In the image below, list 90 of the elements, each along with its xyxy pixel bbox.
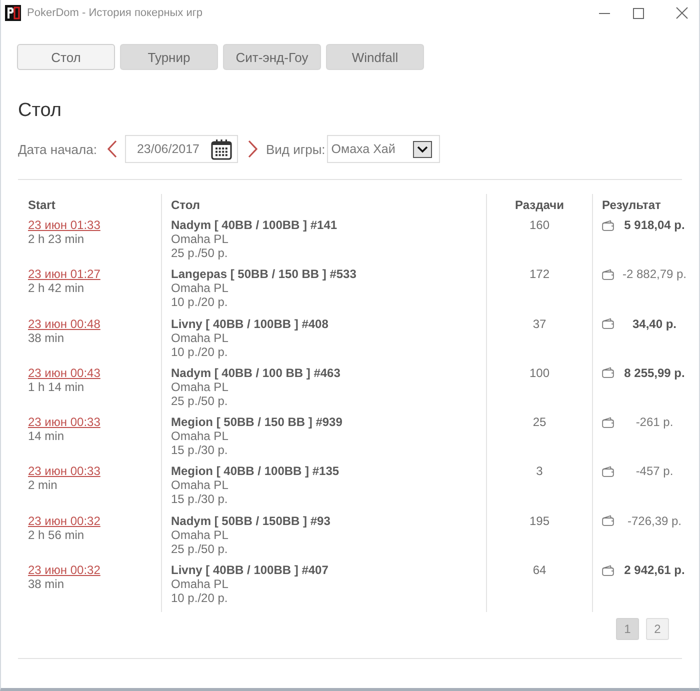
table-name: Nadym [ 50BB / 150BB ] #93	[171, 514, 330, 528]
stakes-text: 25 р./50 р.	[171, 394, 228, 408]
window-title: PokerDom - История покерных игр	[27, 7, 203, 19]
result-amount: 8 255,99 р.	[623, 366, 686, 380]
date-field[interactable]: 23/06/2017	[124, 135, 238, 163]
duration-text: 2 h 42 min	[28, 281, 84, 296]
calendar-icon[interactable]	[210, 138, 232, 160]
result-amount: -457 р.	[634, 464, 674, 478]
wallet-icon	[602, 367, 614, 378]
maximize-icon	[632, 8, 644, 18]
chevron-left-icon	[106, 140, 117, 158]
hands-count: 64	[532, 563, 546, 578]
next-date-button[interactable]	[246, 138, 260, 160]
wallet-icon	[602, 416, 614, 428]
start-time-link[interactable]: 23 июн 00:32	[28, 563, 100, 578]
table-name: Nadym [ 40BB / 100 BB ] #463	[171, 366, 340, 380]
tab[interactable]: Сит-энд-Гоу	[223, 44, 321, 70]
table-name: Livny [ 40BB / 100BB ] #408	[171, 316, 328, 331]
start-time-link[interactable]: 23 июн 00:33	[28, 464, 100, 478]
start-time-link[interactable]: 23 июн 00:43	[28, 366, 100, 380]
hands-count: 172	[529, 267, 550, 282]
stakes-text: 15 р./30 р.	[171, 443, 228, 458]
stakes-text: 25 р./50 р.	[171, 246, 228, 260]
page-button[interactable]: 1	[616, 618, 639, 640]
stakes-text: 10 р./20 р.	[171, 295, 228, 310]
result-amount: 34,40 р.	[631, 316, 678, 331]
game-type-select[interactable]: Омаха Хай	[327, 135, 440, 163]
result-amount: -261 р.	[634, 415, 674, 430]
game-type-text: Omaha PL	[171, 232, 228, 246]
game-type-text: Omaha PL	[171, 330, 228, 345]
start-time-link[interactable]: 23 июн 00:48	[28, 316, 100, 331]
table-name: Langepas [ 50BB / 150 BB ] #533	[171, 267, 356, 282]
chevron-right-icon	[248, 140, 258, 158]
minimize-icon	[598, 12, 610, 14]
stakes-text: 10 р./20 р.	[171, 591, 228, 606]
tab[interactable]: Windfall	[326, 44, 424, 70]
hands-count: 160	[529, 218, 550, 232]
start-time-link[interactable]: 23 июн 00:33	[28, 415, 100, 430]
hands-count: 25	[532, 415, 546, 430]
duration-text: 38 min	[28, 577, 64, 592]
wallet-icon	[602, 318, 614, 330]
table-name: Livny [ 40BB / 100BB ] #407	[171, 563, 328, 578]
result-amount: 2 942,61 р.	[623, 563, 686, 578]
duration-text: 1 h 14 min	[28, 380, 84, 394]
hands-count: 3	[536, 464, 543, 478]
tab[interactable]: Стол	[17, 44, 115, 70]
hands-count: 100	[529, 366, 550, 380]
stakes-text: 15 р./30 р.	[171, 492, 228, 506]
page-button[interactable]: 2	[646, 618, 669, 640]
dropdown-caret-icon[interactable]	[413, 140, 432, 158]
table-name: Megion [ 50BB / 150 BB ] #939	[171, 415, 342, 430]
game-type-text: Omaha PL	[171, 478, 228, 492]
date-label: Дата начала:	[18, 142, 97, 156]
result-amount: -726,39 р.	[626, 514, 683, 528]
game-type-text: Omaha PL	[171, 577, 228, 592]
table-name: Megion [ 40BB / 100BB ] #135	[171, 464, 340, 478]
section-heading: Стол	[18, 99, 62, 123]
duration-text: 38 min	[28, 330, 64, 345]
column-header: Раздачи	[515, 198, 564, 212]
stakes-text: 10 р./20 р.	[171, 344, 228, 359]
game-type-text: Omaha PL	[171, 281, 228, 296]
duration-text: 2 h 23 min	[28, 232, 84, 246]
duration-text: 2 min	[28, 478, 58, 492]
duration-text: 2 h 56 min	[28, 528, 84, 542]
close-icon	[676, 7, 688, 19]
hands-count: 37	[532, 316, 546, 331]
previous-date-button[interactable]	[104, 138, 119, 160]
wallet-icon	[602, 515, 614, 526]
wallet-icon	[602, 220, 614, 230]
start-time-link[interactable]: 23 июн 01:33	[28, 218, 100, 232]
wallet-icon	[602, 564, 614, 576]
result-amount: 5 918,04 р.	[623, 218, 686, 232]
tab[interactable]: Турнир	[120, 44, 218, 70]
result-amount: -2 882,79 р.	[621, 267, 688, 282]
game-type-text: Omaha PL	[171, 380, 228, 394]
app-logo-icon	[5, 5, 21, 21]
hands-count: 195	[529, 514, 550, 528]
game-type-text: Omaha PL	[171, 528, 228, 542]
game-type-label: Вид игры:	[266, 142, 326, 156]
wallet-icon	[602, 466, 614, 477]
column-header: Start	[28, 198, 56, 212]
wallet-icon	[602, 268, 614, 280]
stakes-text: 25 р./50 р.	[171, 542, 228, 556]
start-time-link[interactable]: 23 июн 00:32	[28, 514, 100, 528]
duration-text: 14 min	[28, 429, 64, 444]
table-name: Nadym [ 40BB / 100BB ] #141	[171, 218, 338, 232]
column-header: Результат	[602, 198, 661, 212]
column-header: Стол	[171, 198, 200, 212]
start-time-link[interactable]: 23 июн 01:27	[28, 267, 100, 282]
game-type-text: Omaha PL	[171, 429, 228, 444]
